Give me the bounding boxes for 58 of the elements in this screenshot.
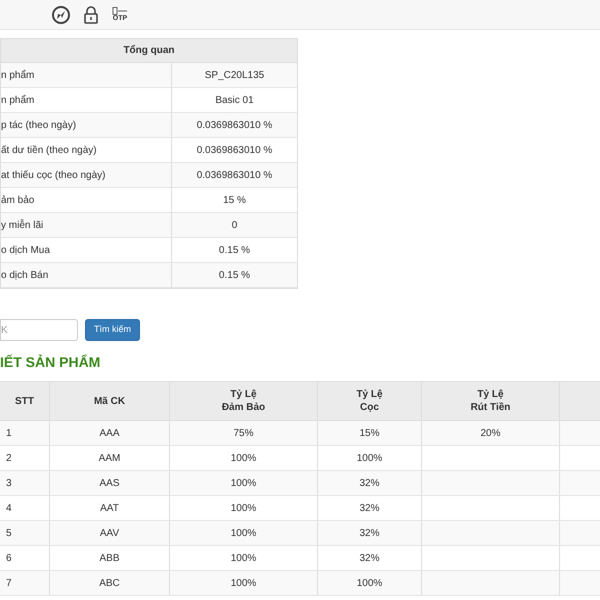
table-cell: 15%: [318, 421, 422, 445]
table-cell-text: 0.0369863010 %: [196, 144, 274, 158]
table-cell: ABC: [50, 571, 170, 595]
table-cell: 3: [0, 471, 50, 495]
table-cell: ảm bảo: [1, 188, 172, 212]
table-cell: 100%: [170, 521, 318, 545]
table-cell: o dịch Bán: [1, 263, 172, 287]
column-header: Mã CK: [50, 382, 170, 420]
table-cell: 4: [0, 496, 50, 520]
table-cell: 20%: [422, 421, 560, 445]
table-cell: 7: [0, 571, 50, 595]
table-cell: 100%: [170, 496, 318, 520]
table-cell-text: SP_C20L135: [204, 68, 266, 82]
column-header: Tỷ Lệ Rút Tiền: [422, 382, 560, 420]
table-cell: 100%: [170, 546, 318, 570]
table-cell: at thiếu cọc (theo ngày): [1, 163, 172, 187]
table-cell-text: 15 %: [222, 194, 247, 208]
table-cell: n phẩm: [1, 63, 172, 87]
table-cell: 100%: [170, 446, 318, 470]
table-cell: n phẩm: [1, 88, 172, 112]
table-cell: 75%: [170, 421, 318, 445]
table-cell: p tác (theo ngày): [1, 113, 172, 137]
column-header: Tỷ Lệ Đảm Bảo: [170, 382, 318, 420]
table-cell: 2: [0, 446, 50, 470]
table-cell: ABB: [50, 546, 170, 570]
column-header: Tỷ Lệ Cọc: [318, 382, 422, 420]
table-cell: 32%: [318, 521, 422, 545]
column-header: STT: [0, 382, 50, 420]
table-cell-text: 0.0369863010 %: [196, 118, 274, 132]
lock-icon[interactable]: [84, 6, 98, 24]
table-cell: 100%: [170, 571, 318, 595]
section-title: IẾT SẢN PHẨM: [0, 353, 102, 372]
table-cell: AAT: [50, 496, 170, 520]
table-cell: AAA: [50, 421, 170, 445]
table-cell: AAM: [50, 446, 170, 470]
table-cell: AAV: [50, 521, 170, 545]
table-cell: ất dư tiền (theo ngày): [1, 138, 172, 162]
table-cell: 1: [0, 421, 50, 445]
table-cell: 100%: [318, 571, 422, 595]
table-cell-text: Basic 01: [214, 94, 255, 108]
search-button[interactable]: Tìm kiếm: [85, 319, 140, 341]
table-cell: 32%: [318, 546, 422, 570]
table-cell-text: 0.15 %: [218, 268, 252, 282]
table-cell: 6: [0, 546, 50, 570]
table-cell: 32%: [318, 496, 422, 520]
table-cell-text: 0.15 %: [218, 244, 252, 258]
table-header: Tổng quan: [1, 39, 297, 63]
rocket-icon[interactable]: [52, 6, 70, 24]
table-cell: y miễn lãi: [1, 213, 172, 237]
table-cell: AAS: [50, 471, 170, 495]
table-cell: 5: [0, 521, 50, 545]
search-field[interactable]: K: [0, 319, 78, 341]
table-cell-text: 0: [230, 218, 238, 232]
table-cell: 32%: [318, 471, 422, 495]
table-cell: 100%: [170, 471, 318, 495]
table-cell: o dịch Mua: [1, 238, 172, 262]
table-cell-text: 0.0369863010 %: [196, 168, 274, 182]
table-cell: 100%: [318, 446, 422, 470]
